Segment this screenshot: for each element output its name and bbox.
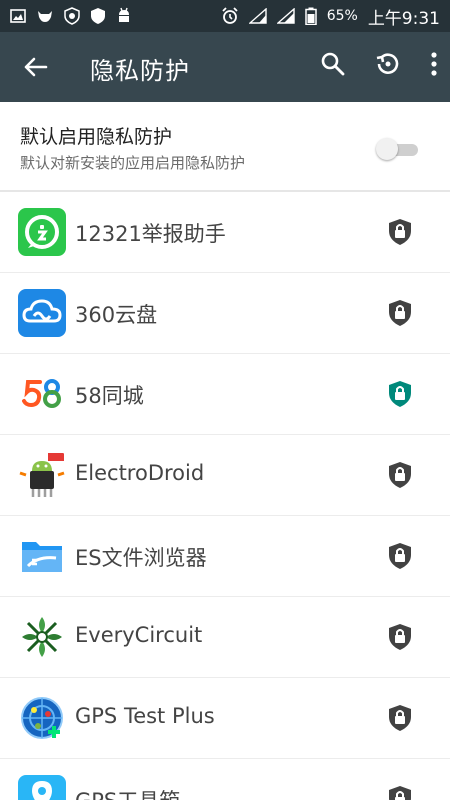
signal-1-icon xyxy=(248,8,267,24)
toggle-thumb xyxy=(376,138,398,160)
android-notification-icon xyxy=(119,7,129,22)
shield-lock-icon[interactable] xyxy=(388,623,412,651)
app-list: 12321举报助手 360云盘 58同城 ElectroDroid ES文件浏览… xyxy=(0,192,450,800)
more-menu-button[interactable] xyxy=(430,51,438,77)
shield-lock-icon[interactable] xyxy=(388,785,412,800)
default-protection-setting[interactable]: 默认启用隐私防护 默认对新安装的应用启用隐私防护 xyxy=(0,102,450,192)
58-app-icon xyxy=(18,370,66,418)
list-item[interactable]: GPS Test Plus xyxy=(0,678,450,759)
circuit-app-icon xyxy=(18,613,66,661)
list-item[interactable]: 12321举报助手 xyxy=(0,192,450,273)
shield-lock-icon[interactable] xyxy=(388,299,412,327)
app-name: GPS Test Plus xyxy=(75,704,215,728)
setting-title: 默认启用隐私防护 xyxy=(20,126,173,148)
list-item[interactable]: ES文件浏览器 xyxy=(0,516,450,597)
shield-lock-icon[interactable] xyxy=(388,218,412,246)
status-left xyxy=(10,7,132,25)
battery-icon xyxy=(304,7,317,25)
shield-green-app-icon xyxy=(18,208,66,256)
cow-notification-icon xyxy=(38,11,52,22)
gps-tools-app-icon xyxy=(18,775,66,800)
status-right: 65% 上午9:31 xyxy=(221,4,440,29)
alarm-icon xyxy=(222,7,238,24)
app-actions xyxy=(320,50,438,78)
shield-lock-icon-active[interactable] xyxy=(388,380,412,408)
history-button[interactable] xyxy=(374,50,402,78)
signal-2-icon xyxy=(276,8,295,24)
page-title: 隐私防护 xyxy=(90,57,190,85)
app-name: GPS工具箱 xyxy=(75,785,180,800)
default-protection-toggle[interactable] xyxy=(376,138,420,160)
search-button[interactable] xyxy=(320,51,346,77)
list-item[interactable]: ElectroDroid xyxy=(0,435,450,516)
gps-test-app-icon xyxy=(18,694,66,742)
app-name: ElectroDroid xyxy=(75,461,205,485)
app-name: ES文件浏览器 xyxy=(75,546,207,570)
app-name: 12321举报助手 xyxy=(75,222,226,246)
shield-lock-icon[interactable] xyxy=(388,704,412,732)
back-button[interactable] xyxy=(22,54,48,80)
list-item[interactable]: EveryCircuit xyxy=(0,597,450,678)
more-vert-icon xyxy=(431,52,437,76)
app-name: 58同城 xyxy=(75,384,144,408)
search-icon xyxy=(321,52,345,76)
folder-app-icon xyxy=(18,532,66,580)
app-name: 360云盘 xyxy=(75,303,158,327)
list-item[interactable]: GPS工具箱 xyxy=(0,759,450,800)
shield-notification-icon xyxy=(91,8,105,24)
status-bar: 65% 上午9:31 xyxy=(0,0,450,32)
app-name: EveryCircuit xyxy=(75,623,203,647)
clock: 上午9:31 xyxy=(367,8,440,29)
setting-subtitle: 默认对新安装的应用启用隐私防护 xyxy=(20,154,246,172)
shield-clock-notification-icon xyxy=(64,7,80,25)
app-bar: 隐私防护 xyxy=(0,32,450,102)
list-item[interactable]: 58同城 xyxy=(0,354,450,435)
shield-lock-icon[interactable] xyxy=(388,542,412,570)
electrodroid-app-icon xyxy=(18,451,66,499)
battery-percent: 65% xyxy=(326,8,358,24)
cloud-app-icon xyxy=(18,289,66,337)
history-icon xyxy=(376,53,399,74)
shield-lock-icon[interactable] xyxy=(388,461,412,489)
image-notification-icon xyxy=(10,9,26,23)
list-item[interactable]: 360云盘 xyxy=(0,273,450,354)
arrow-left-icon xyxy=(24,57,48,77)
